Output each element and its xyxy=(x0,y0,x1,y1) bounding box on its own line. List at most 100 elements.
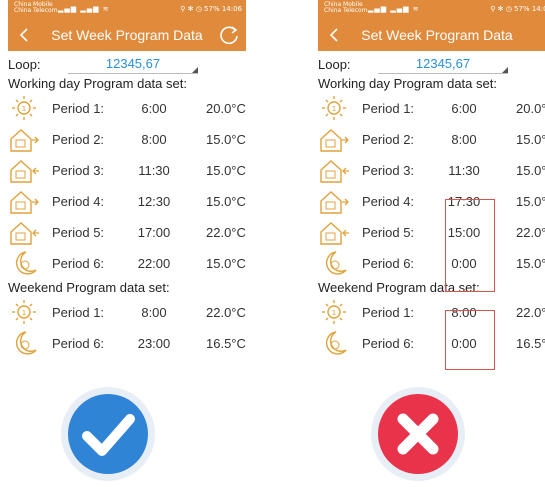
period-time[interactable]: 17:00 xyxy=(128,225,180,240)
refresh-icon[interactable] xyxy=(218,24,240,46)
period-row[interactable]: Period 2: 8:00 15.0° xyxy=(318,124,545,155)
status-bar: China Mobile China Telecom ▂▄▆ ▂▄▆ ≋ ⚲ ✻… xyxy=(8,0,246,18)
invalid-times-highlight xyxy=(445,199,495,292)
period-row[interactable]: 1 Period 1: 8:00 22.0° xyxy=(318,297,545,328)
period-time[interactable]: 11:30 xyxy=(128,163,180,178)
comparison-stage: China Mobile China Telecom ▂▄▆ ▂▄▆ ≋ ⚲ ✻… xyxy=(0,0,545,487)
app-bar: Set Week Program Data xyxy=(318,18,545,51)
signal-icon: ▂▄▆ ▂▄▆ ≋ xyxy=(58,5,110,13)
house-return-icon xyxy=(8,219,44,246)
period-temperature[interactable]: 15.0°C xyxy=(206,256,246,271)
period-time[interactable]: 8:00 xyxy=(128,132,180,147)
loop-row: Loop: 12345,67 xyxy=(318,51,545,75)
period-row[interactable]: Period 6: 23:00 16.5°C xyxy=(8,328,246,359)
weekend-section-title: Weekend Program data set: xyxy=(318,280,480,295)
signal-icon: ▂▄▆ ▂▄▆ ≋ xyxy=(368,5,420,13)
dropdown-triangle-icon xyxy=(192,67,198,73)
cross-icon[interactable] xyxy=(370,386,466,482)
status-info: ⚲ ✻ ◷ 57% 14:08 xyxy=(490,5,545,13)
sun-icon: 1 xyxy=(8,299,44,326)
period-label: Period 1: xyxy=(52,305,105,320)
moon-icon xyxy=(8,250,44,277)
svg-text:1: 1 xyxy=(22,105,26,113)
loop-select[interactable]: 12345,67 xyxy=(68,56,198,74)
house-return-icon xyxy=(318,157,354,184)
loop-select[interactable]: 12345,67 xyxy=(378,56,508,74)
moon-icon xyxy=(318,330,354,357)
phone-screen-left: China Mobile China Telecom ▂▄▆ ▂▄▆ ≋ ⚲ ✻… xyxy=(8,0,246,487)
period-label: Period 4: xyxy=(52,194,105,209)
period-temperature[interactable]: 22.0° xyxy=(516,305,545,320)
period-temperature[interactable]: 15.0° xyxy=(516,194,545,209)
period-time[interactable]: 6:00 xyxy=(438,101,490,116)
loop-label: Loop: xyxy=(318,57,351,72)
period-row[interactable]: Period 6: 0:00 15.0° xyxy=(318,248,545,279)
checkmark-icon[interactable] xyxy=(60,386,156,482)
house-leave-icon xyxy=(318,126,354,153)
period-temperature[interactable]: 20.0°C xyxy=(206,101,246,116)
period-temperature[interactable]: 16.5° xyxy=(516,336,545,351)
period-temperature[interactable]: 15.0° xyxy=(516,163,545,178)
period-label: Period 1: xyxy=(362,101,415,116)
period-row[interactable]: Period 4: 17:30 15.0° xyxy=(318,186,545,217)
house-leave-icon xyxy=(318,188,354,215)
period-row[interactable]: Period 3: 11:30 15.0° xyxy=(318,155,545,186)
period-label: Period 4: xyxy=(362,194,415,209)
period-temperature[interactable]: 15.0° xyxy=(516,132,545,147)
house-return-icon xyxy=(318,219,354,246)
weekend-period-list: 1 Period 1: 8:00 22.0°C Period 6: 23:00 16.5°C xyxy=(8,297,246,359)
invalid-times-highlight xyxy=(445,310,495,370)
period-time[interactable]: 22:00 xyxy=(128,256,180,271)
sun-icon: 1 xyxy=(8,95,44,122)
period-temperature[interactable]: 15.0°C xyxy=(206,132,246,147)
period-row[interactable]: Period 5: 17:00 22.0°C xyxy=(8,217,246,248)
period-label: Period 3: xyxy=(52,163,105,178)
dropdown-triangle-icon xyxy=(502,67,508,73)
period-temperature[interactable]: 15.0°C xyxy=(206,194,246,209)
svg-text:1: 1 xyxy=(332,309,336,317)
period-temperature[interactable]: 15.0°C xyxy=(206,163,246,178)
period-temperature[interactable]: 22.0° xyxy=(516,225,545,240)
working-section-title: Working day Program data set: xyxy=(318,76,497,91)
working-section-title: Working day Program data set: xyxy=(8,76,187,91)
app-bar: Set Week Program Data xyxy=(8,18,246,51)
loop-label: Loop: xyxy=(8,57,41,72)
period-time[interactable]: 8:00 xyxy=(128,305,180,320)
period-time[interactable]: 6:00 xyxy=(128,101,180,116)
weekend-period-list: 1 Period 1: 8:00 22.0° Period 6: 0:00 16.5° xyxy=(318,297,545,359)
period-row[interactable]: Period 4: 12:30 15.0°C xyxy=(8,186,246,217)
period-temperature[interactable]: 15.0° xyxy=(516,256,545,271)
house-return-icon xyxy=(8,157,44,184)
period-label: Period 6: xyxy=(52,256,105,271)
period-row[interactable]: Period 6: 22:00 15.0°C xyxy=(8,248,246,279)
period-row[interactable]: 1 Period 1: 6:00 20.0° xyxy=(318,93,545,124)
period-row[interactable]: 1 Period 1: 6:00 20.0°C xyxy=(8,93,246,124)
working-period-list: 1 Period 1: 6:00 20.0°C Period 2: 8:00 15.0°C P… xyxy=(8,93,246,279)
period-temperature[interactable]: 20.0° xyxy=(516,101,545,116)
carrier-text: China Mobile China Telecom xyxy=(324,1,368,14)
period-row[interactable]: Period 5: 15:00 22.0° xyxy=(318,217,545,248)
period-time[interactable]: 12:30 xyxy=(128,194,180,209)
svg-text:1: 1 xyxy=(22,309,26,317)
period-time[interactable]: 8:00 xyxy=(438,132,490,147)
period-row[interactable]: Period 2: 8:00 15.0°C xyxy=(8,124,246,155)
moon-icon xyxy=(8,330,44,357)
sun-icon: 1 xyxy=(318,95,354,122)
phone-screen-right: China Mobile China Telecom ▂▄▆ ▂▄▆ ≋ ⚲ ✻… xyxy=(318,0,545,487)
period-row[interactable]: Period 3: 11:30 15.0°C xyxy=(8,155,246,186)
period-label: Period 5: xyxy=(52,225,105,240)
period-row[interactable]: 1 Period 1: 8:00 22.0°C xyxy=(8,297,246,328)
period-temperature[interactable]: 22.0°C xyxy=(206,225,246,240)
period-label: Period 6: xyxy=(52,336,105,351)
period-row[interactable]: Period 6: 0:00 16.5° xyxy=(318,328,545,359)
carrier-text: China Mobile China Telecom xyxy=(14,1,58,14)
period-time[interactable]: 11:30 xyxy=(438,163,490,178)
period-time[interactable]: 23:00 xyxy=(128,336,180,351)
period-label: Period 2: xyxy=(362,132,415,147)
period-temperature[interactable]: 22.0°C xyxy=(206,305,246,320)
svg-text:1: 1 xyxy=(332,105,336,113)
page-title: Set Week Program Data xyxy=(51,27,203,43)
period-label: Period 1: xyxy=(362,305,415,320)
period-label: Period 5: xyxy=(362,225,415,240)
period-temperature[interactable]: 16.5°C xyxy=(206,336,246,351)
